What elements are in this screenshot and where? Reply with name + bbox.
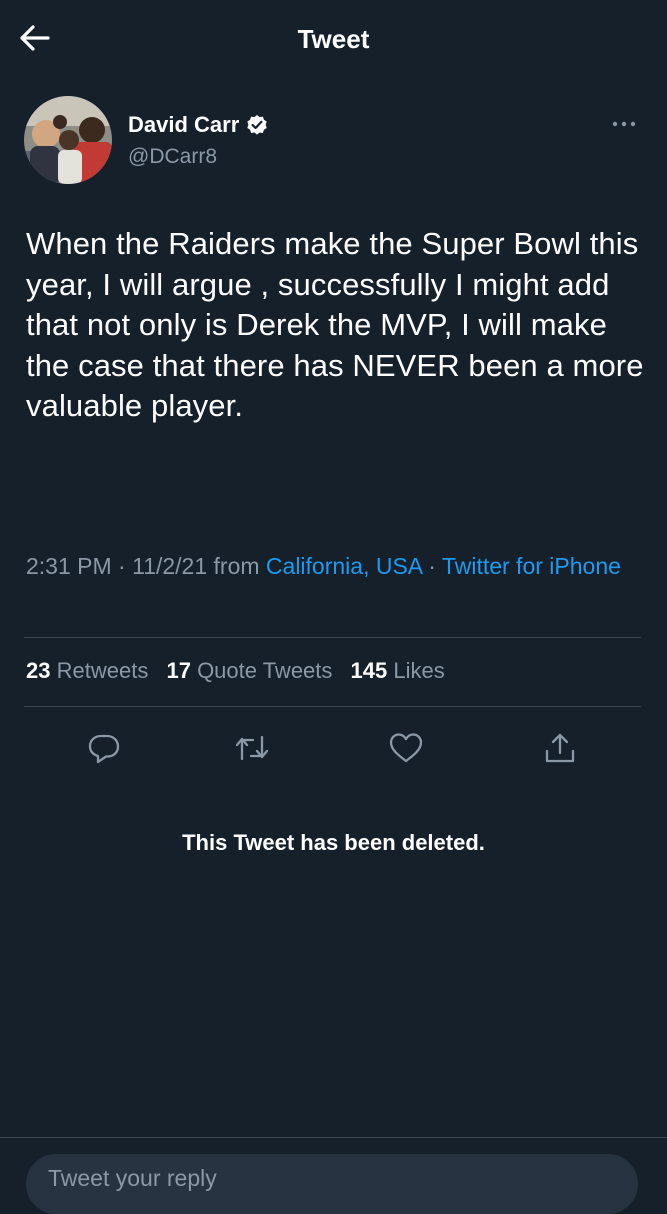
from-label: from (213, 553, 260, 579)
verified-badge-icon (246, 114, 268, 136)
tweet-text: When the Raiders make the Super Bowl thi… (26, 226, 644, 423)
likes-stat[interactable]: 145 Likes (351, 658, 445, 683)
like-button[interactable] (386, 728, 426, 768)
tweet-date: 11/2/21 (132, 553, 208, 579)
top-bar: Tweet (0, 0, 667, 78)
meta-separator: · (428, 553, 436, 579)
like-icon (389, 733, 423, 763)
quote-tweets-stat[interactable]: 17 Quote Tweets (166, 658, 332, 683)
retweet-button[interactable] (232, 728, 272, 768)
retweet-icon (235, 735, 269, 761)
more-dots-icon (612, 121, 636, 127)
reply-button[interactable] (84, 728, 124, 768)
author-name-row[interactable]: David Carr (128, 112, 268, 138)
reply-icon (88, 734, 120, 764)
tweet-source-link[interactable]: Twitter for iPhone (442, 553, 621, 579)
retweets-stat[interactable]: 23 Retweets (26, 658, 148, 683)
reply-input[interactable] (26, 1154, 638, 1214)
divider (24, 706, 641, 707)
reply-bar (0, 1137, 667, 1214)
meta-separator: · (118, 553, 126, 579)
author-handle[interactable]: @DCarr8 (128, 145, 217, 169)
tweet-meta: 2:31 PM · 11/2/21 from California, USA ·… (26, 549, 641, 584)
tweet-stats: 23 Retweets 17 Quote Tweets 145 Likes (26, 658, 457, 684)
divider (24, 637, 641, 638)
deleted-tweet-notice: This Tweet has been deleted. (182, 830, 485, 855)
avatar[interactable] (24, 96, 112, 184)
tweet-location-link[interactable]: California, USA (266, 553, 422, 579)
share-button[interactable] (540, 728, 580, 768)
page-title: Tweet (297, 24, 370, 54)
action-bar (0, 722, 667, 770)
share-icon (545, 733, 575, 763)
tweet-time: 2:31 PM (26, 553, 112, 579)
author-name[interactable]: David Carr (128, 112, 239, 138)
more-options-button[interactable] (604, 112, 644, 136)
